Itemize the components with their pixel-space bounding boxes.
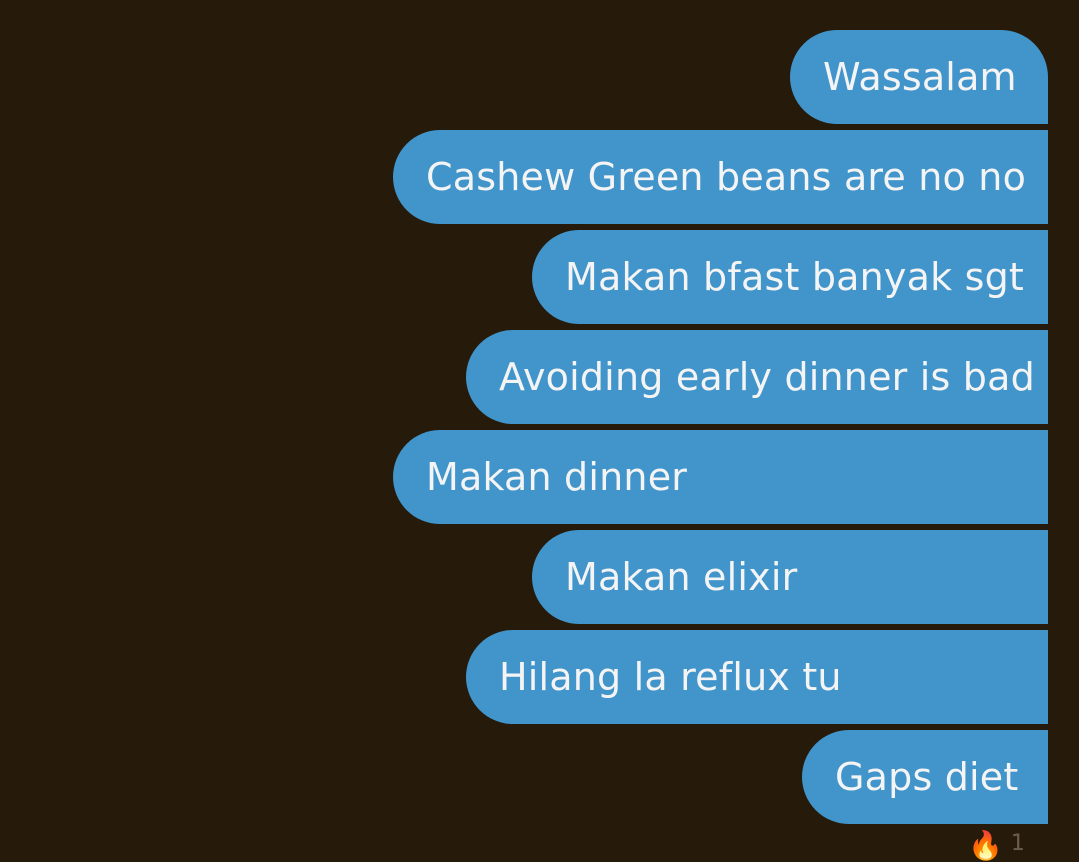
message-bubble[interactable]: Makan elixir (532, 530, 1048, 624)
fire-icon: 🔥 (968, 829, 1003, 862)
reaction-badge[interactable]: 🔥 1 (968, 831, 1025, 860)
message-bubble[interactable]: Cashew Green beans are no no (393, 130, 1048, 224)
message-bubble[interactable]: Makan bfast banyak sgt (532, 230, 1048, 324)
message-bubble[interactable]: Wassalam (790, 30, 1048, 124)
message-bubble[interactable]: Hilang la reflux tu (466, 630, 1048, 724)
message-bubble[interactable]: Avoiding early dinner is bad (466, 330, 1048, 424)
message-thread: Wassalam Cashew Green beans are no no Ma… (0, 0, 1079, 860)
message-bubble[interactable]: Makan dinner (393, 430, 1048, 524)
message-bubble[interactable]: Gaps diet (802, 730, 1048, 824)
reaction-count: 1 (1010, 831, 1025, 856)
